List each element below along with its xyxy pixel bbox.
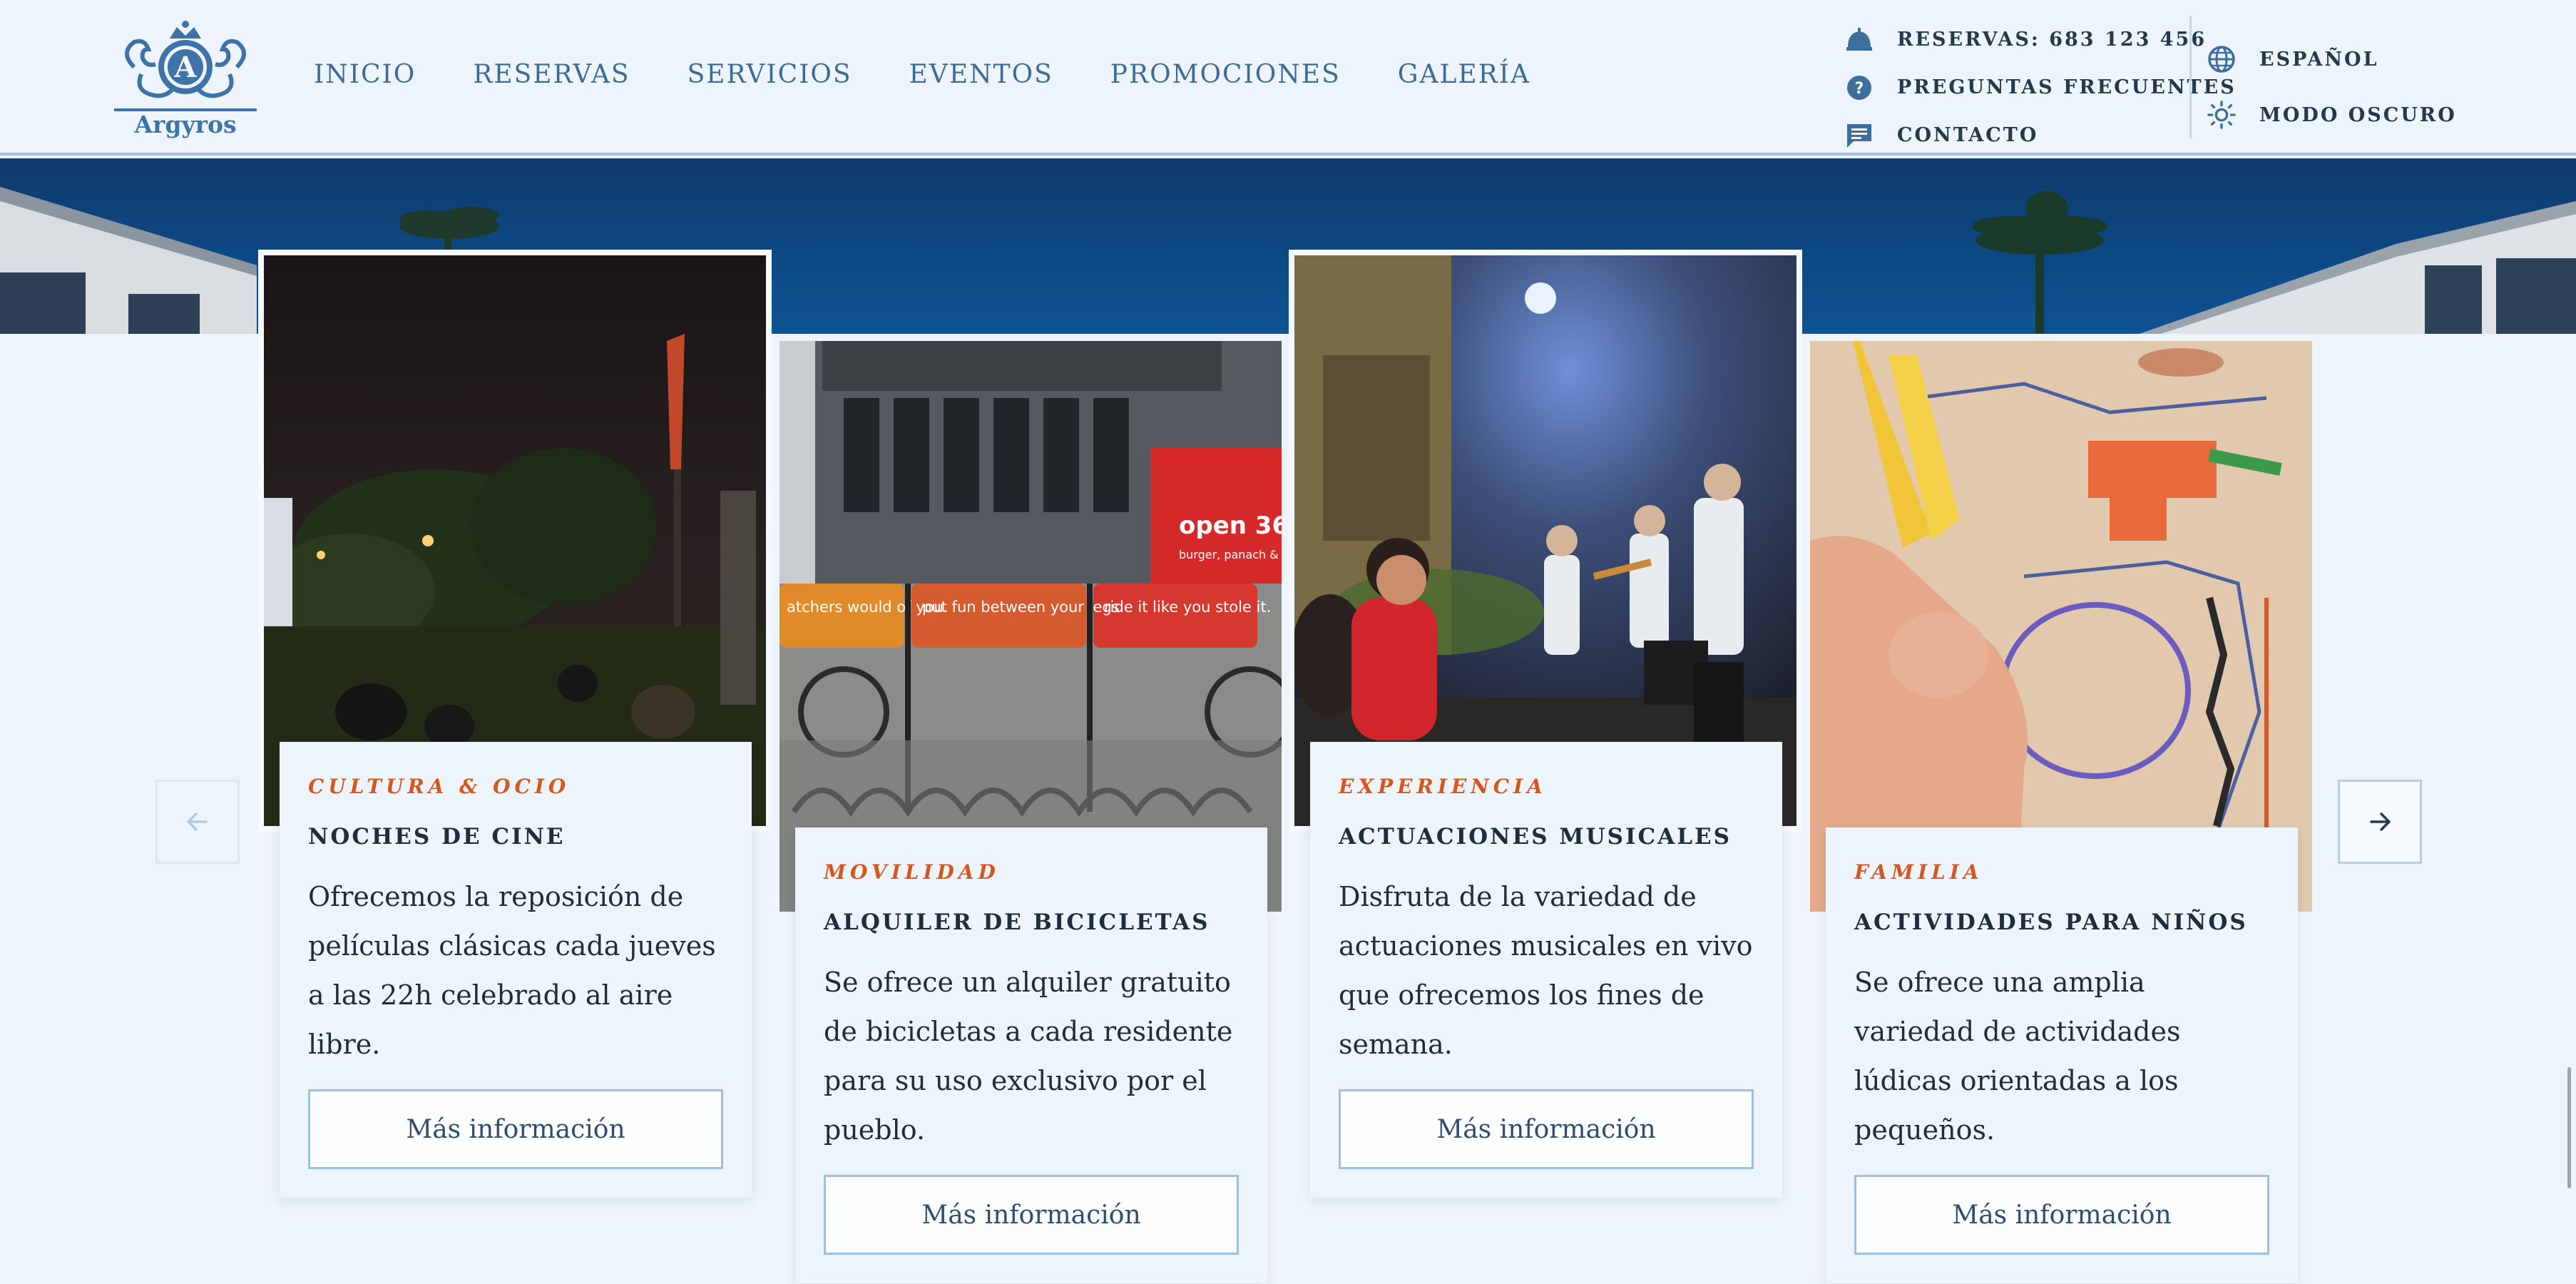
nav-inicio[interactable]: INICIO [314, 60, 416, 89]
card-title: NOCHES DE CINE [308, 824, 566, 850]
brand-name: Argyros [134, 111, 237, 138]
more-info-button[interactable]: Más información [308, 1089, 723, 1169]
card-description: Ofrecemos la reposición de películas clá… [308, 881, 716, 1060]
card-category: EXPERIENCIA [1339, 775, 1547, 798]
card-category: MOVILIDAD [824, 860, 1000, 884]
more-info-button[interactable]: Más información [824, 1175, 1239, 1255]
page-scrollbar[interactable] [2567, 1067, 2571, 1188]
brand-logo[interactable]: A Argyros [113, 17, 258, 138]
card-title: ACTIVIDADES PARA NIÑOS [1854, 910, 2248, 935]
svg-text:open 365 days.: open 365 days. [1179, 511, 1282, 540]
nav-servicios[interactable]: SERVICIOS [688, 60, 852, 89]
nav-galeria[interactable]: GALERÍA [1398, 60, 1530, 89]
contact-link[interactable]: CONTACTO [1844, 111, 2237, 159]
preferences-links: ESPAÑOL MODO OSCURO [2207, 31, 2457, 143]
card-body-ninos: FAMILIA ACTIVIDADES PARA NIÑOS Se ofrece… [1826, 827, 2298, 1283]
card-body-bicicletas: MOVILIDAD ALQUILER DE BICICLETAS Se ofre… [795, 827, 1267, 1283]
card-description: Se ofrece una amplia variedad de activid… [1854, 967, 2181, 1146]
card-category: CULTURA & OCIO [308, 775, 571, 798]
sun-icon [2207, 100, 2237, 130]
globe-icon [2207, 44, 2237, 74]
nav-reservas[interactable]: RESERVAS [473, 60, 630, 89]
utility-divider [2189, 16, 2192, 138]
arrow-right-icon [2370, 812, 2391, 831]
card-photo-bicicletas: open 365 days. burger, panach & s'more a… [780, 341, 1282, 912]
more-info-button[interactable]: Más información [1339, 1089, 1754, 1169]
card-photo-musica [1289, 250, 1802, 832]
svg-text:A: A [173, 51, 197, 84]
carousel-next-button[interactable] [2338, 780, 2422, 864]
language-selector[interactable]: ESPAÑOL [2207, 31, 2457, 87]
card-body-cine: CULTURA & OCIO NOCHES DE CINE Ofrecemos … [280, 742, 752, 1198]
main-nav: INICIO RESERVAS SERVICIOS EVENTOS PROMOC… [314, 60, 1530, 89]
card-description: Disfruta de la variedad de actuaciones m… [1339, 881, 1753, 1060]
question-icon: ? [1844, 73, 1874, 103]
more-info-button[interactable]: Más información [1854, 1175, 2269, 1255]
dark-mode-toggle[interactable]: MODO OSCURO [2207, 87, 2457, 143]
arrow-left-icon [187, 812, 208, 831]
reservas-phone-link[interactable]: RESERVAS: 683 123 456 [1844, 16, 2237, 63]
card-description: Se ofrece un alquiler gratuito de bicicl… [824, 967, 1233, 1146]
card-photo-cine [258, 250, 772, 832]
card-title: ALQUILER DE BICICLETAS [824, 910, 1210, 935]
carousel-prev-button[interactable] [155, 780, 240, 864]
site-header: A Argyros INICIO RESERVAS SERVICIOS EVEN… [0, 0, 2576, 156]
svg-text:put fun between your legs.: put fun between your legs. [922, 598, 1124, 616]
logo-crest-icon: A [114, 21, 257, 111]
chat-icon [1844, 121, 1874, 151]
card-title: ACTUACIONES MUSICALES [1339, 824, 1732, 850]
card-body-musica: EXPERIENCIA ACTUACIONES MUSICALES Disfru… [1310, 742, 1782, 1198]
svg-text:ride it like you stole it.: ride it like you stole it. [1104, 598, 1271, 616]
utility-links: RESERVAS: 683 123 456 ? PREGUNTAS FRECUE… [1844, 16, 2237, 159]
faq-link[interactable]: ? PREGUNTAS FRECUENTES [1844, 63, 2237, 111]
svg-text:?: ? [1855, 80, 1864, 98]
svg-text:burger, panach & s'more: burger, panach & s'more [1179, 548, 1282, 561]
nav-eventos[interactable]: EVENTOS [909, 60, 1053, 89]
nav-promociones[interactable]: PROMOCIONES [1110, 60, 1341, 89]
card-photo-ninos [1810, 341, 2312, 912]
bell-icon [1844, 25, 1874, 55]
card-category: FAMILIA [1854, 860, 1983, 884]
